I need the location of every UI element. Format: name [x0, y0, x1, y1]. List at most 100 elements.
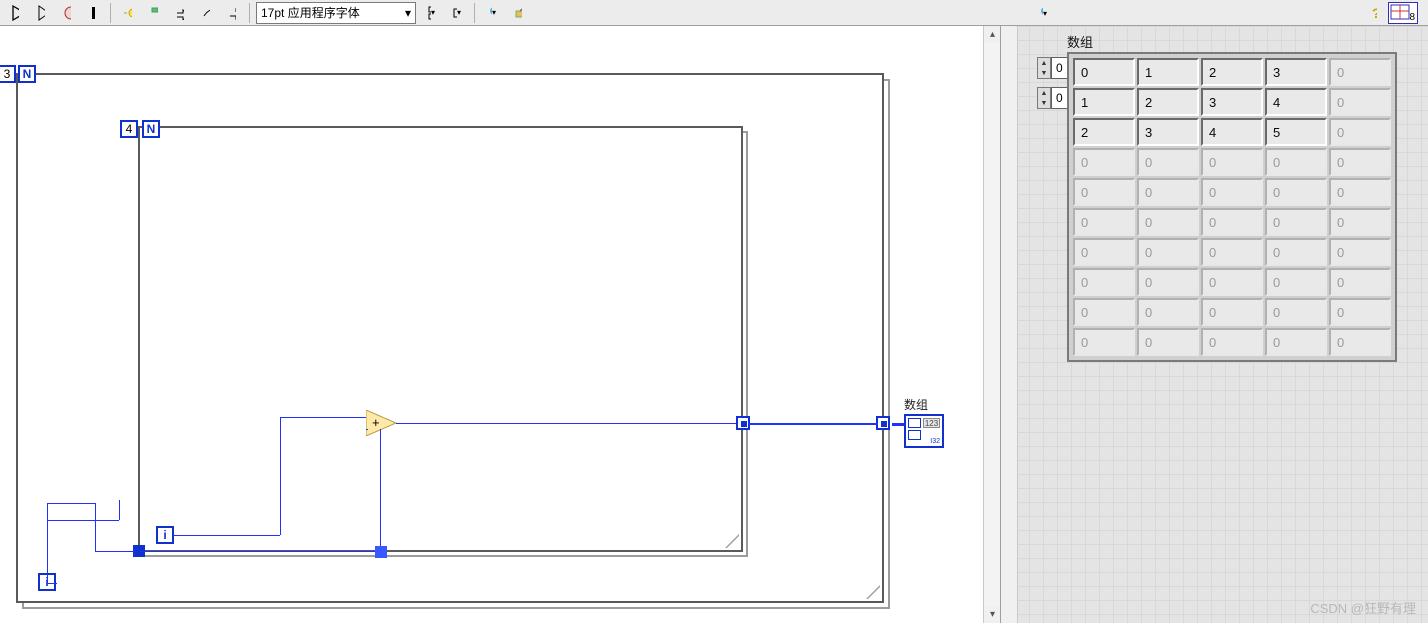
pause-button[interactable] — [82, 2, 104, 24]
toolbar-sep — [110, 3, 111, 23]
array-cell[interactable]: 0 — [1201, 238, 1263, 266]
retain-wire-button[interactable] — [143, 2, 165, 24]
array-cell[interactable]: 0 — [1265, 178, 1327, 206]
cleanup-button[interactable]: ▾ — [481, 2, 503, 24]
array-indicator-grid[interactable]: 0123012340234500000000000000000000000000… — [1067, 52, 1397, 362]
step-into-button[interactable] — [169, 2, 191, 24]
help-button[interactable]: ? — [1362, 2, 1384, 24]
array-cell[interactable]: 0 — [1073, 268, 1135, 296]
array-cell[interactable]: 0 — [1073, 178, 1135, 206]
array-cell[interactable]: 0 — [1201, 298, 1263, 326]
outer-count-constant[interactable]: 3 — [0, 65, 16, 83]
wire — [280, 417, 366, 418]
array-cell[interactable]: 0 — [1329, 148, 1391, 176]
array-cell[interactable]: 0 — [1201, 148, 1263, 176]
array-cell[interactable]: 2 — [1201, 58, 1263, 86]
index-spinner[interactable]: ▲▼ — [1037, 57, 1051, 79]
array-cell[interactable]: 0 — [1073, 298, 1135, 326]
block-diagram-canvas[interactable]: 3 N i 4 N i + — [0, 26, 1000, 623]
run-button[interactable] — [4, 2, 26, 24]
wire — [396, 423, 742, 424]
inner-i-terminal[interactable]: i — [156, 526, 174, 544]
array-cell[interactable]: 0 — [1265, 298, 1327, 326]
diagram-scrollbar[interactable]: ▴ ▾ — [983, 26, 1000, 623]
array-cell[interactable]: 0 — [1329, 328, 1391, 356]
array-cell[interactable]: 0 — [1329, 178, 1391, 206]
spin-down-icon: ▼ — [1038, 68, 1050, 78]
array-cell[interactable]: 0 — [1137, 238, 1199, 266]
outer-N-terminal[interactable]: N — [18, 65, 36, 83]
array-cell[interactable]: 0 — [1073, 208, 1135, 236]
array-cell[interactable]: 4 — [1265, 88, 1327, 116]
add-node[interactable]: + — [366, 410, 398, 434]
array-cell[interactable]: 0 — [1137, 208, 1199, 236]
array-cell[interactable]: 0 — [1201, 208, 1263, 236]
array-cell[interactable]: 3 — [1201, 88, 1263, 116]
array-cell[interactable]: 0 — [1201, 328, 1263, 356]
toolbar-sep-3 — [474, 3, 475, 23]
array-cell[interactable]: 2 — [1137, 88, 1199, 116]
run-cont-button[interactable] — [30, 2, 52, 24]
distribute-button[interactable]: ▾ — [446, 2, 468, 24]
font-selector[interactable]: 17pt 应用程序字体 ▾ — [256, 2, 416, 24]
context-help-badge[interactable]: 8 — [1388, 2, 1418, 24]
array-cell[interactable]: 0 — [1073, 58, 1135, 86]
array-cell[interactable]: 0 — [1137, 148, 1199, 176]
array-cell[interactable]: 0 — [1329, 268, 1391, 296]
array-cell[interactable]: 0 — [1265, 208, 1327, 236]
array-cell[interactable]: 0 — [1329, 88, 1391, 116]
array-cell[interactable]: 0 — [1137, 298, 1199, 326]
array-cell[interactable]: 3 — [1265, 58, 1327, 86]
fold-corner-icon — [866, 585, 880, 599]
array-cell[interactable]: 0 — [1073, 328, 1135, 356]
array-label: 数组 — [1067, 32, 1093, 51]
front-panel[interactable]: 数组 ▲▼ 0 ▲▼ 0 012301234023450000000000000… — [1000, 26, 1428, 623]
array-cell[interactable]: 0 — [1265, 238, 1327, 266]
font-selector-text: 17pt 应用程序字体 — [261, 4, 360, 21]
panel-scrollbar[interactable] — [1001, 26, 1018, 623]
wire — [47, 583, 57, 584]
panel-sync-button[interactable]: ▾ — [1032, 2, 1054, 24]
step-out-button[interactable] — [221, 2, 243, 24]
step-over-button[interactable] — [195, 2, 217, 24]
array-cell[interactable]: 3 — [1137, 118, 1199, 146]
scroll-down-icon[interactable]: ▾ — [984, 606, 1001, 623]
array-cell[interactable]: 0 — [1329, 238, 1391, 266]
inner-count-constant[interactable]: 4 — [120, 120, 138, 138]
array-cell[interactable]: 0 — [1137, 328, 1199, 356]
array-indicator-node[interactable]: 123 I32 — [904, 414, 944, 448]
array-cell[interactable]: 0 — [1265, 148, 1327, 176]
array-cell[interactable]: 1 — [1137, 58, 1199, 86]
scroll-up-icon[interactable]: ▴ — [984, 26, 1001, 43]
array-cell[interactable]: 2 — [1073, 118, 1135, 146]
array-cell[interactable]: 0 — [1265, 268, 1327, 296]
wire — [95, 551, 135, 552]
highlight-exec-button[interactable] — [117, 2, 139, 24]
array-cell[interactable]: 0 — [1329, 118, 1391, 146]
array-cell[interactable]: 1 — [1073, 88, 1135, 116]
abort-button[interactable] — [56, 2, 78, 24]
align-button[interactable]: ▾ — [420, 2, 442, 24]
reorder-button[interactable] — [507, 2, 529, 24]
scroll-track[interactable] — [984, 43, 1000, 606]
wire — [748, 423, 878, 425]
array-cell[interactable]: 0 — [1137, 178, 1199, 206]
array-cell[interactable]: 0 — [1073, 238, 1135, 266]
inner-N-terminal[interactable]: N — [142, 120, 160, 138]
array-cell[interactable]: 5 — [1265, 118, 1327, 146]
wire — [119, 500, 120, 520]
inner-for-loop[interactable]: 4 N i + — [138, 126, 740, 548]
wire — [380, 429, 381, 551]
array-cell[interactable]: 4 — [1201, 118, 1263, 146]
array-cell[interactable]: 0 — [1201, 268, 1263, 296]
outer-for-loop[interactable]: 3 N i 4 N i + — [16, 73, 888, 607]
outer-output-tunnel[interactable] — [876, 416, 890, 430]
array-cell[interactable]: 0 — [1073, 148, 1135, 176]
array-cell[interactable]: 0 — [1329, 208, 1391, 236]
array-cell[interactable]: 0 — [1265, 328, 1327, 356]
index-spinner[interactable]: ▲▼ — [1037, 87, 1051, 109]
array-cell[interactable]: 0 — [1329, 58, 1391, 86]
array-cell[interactable]: 0 — [1329, 298, 1391, 326]
array-cell[interactable]: 0 — [1201, 178, 1263, 206]
array-cell[interactable]: 0 — [1137, 268, 1199, 296]
